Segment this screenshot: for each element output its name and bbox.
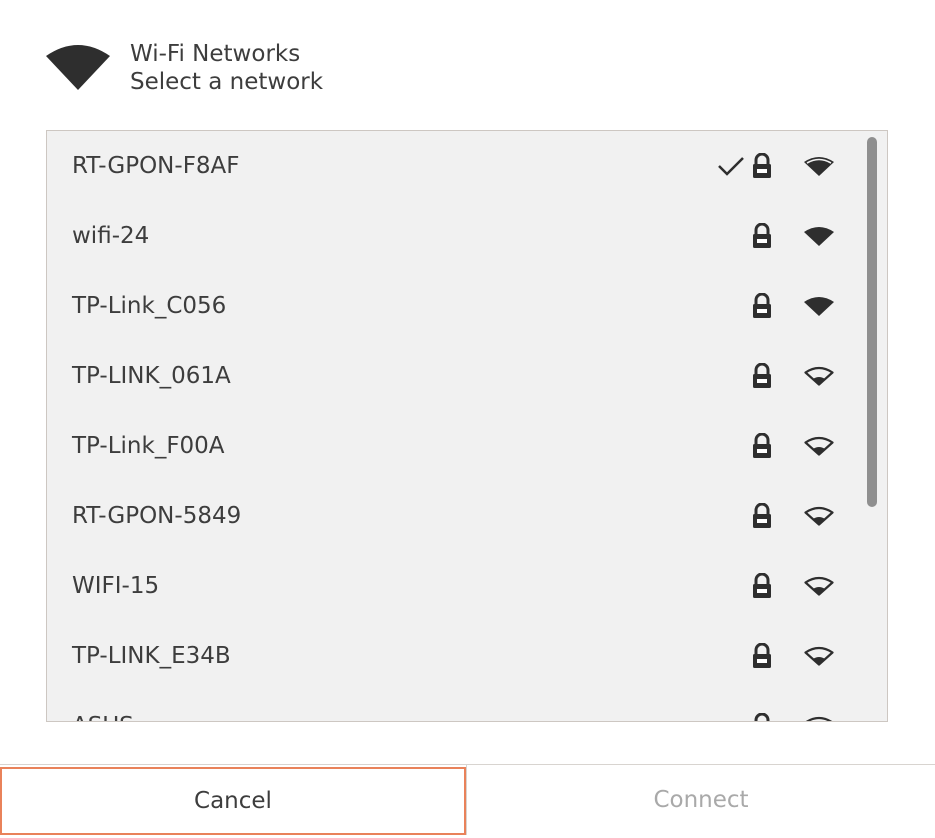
network-row[interactable]: RT-GPON-F8AF xyxy=(47,131,863,201)
lock-icon xyxy=(753,643,771,668)
wifi-signal-icon xyxy=(804,436,834,456)
lock-icon xyxy=(753,573,771,598)
wifi-signal-icon xyxy=(46,45,110,90)
network-ssid: TP-Link_F00A xyxy=(72,433,225,459)
wifi-signal-icon xyxy=(804,157,834,176)
network-row[interactable]: TP-Link_C056 xyxy=(47,271,863,341)
network-row[interactable]: WIFI-15 xyxy=(47,551,863,621)
wifi-signal-icon xyxy=(804,506,834,526)
wifi-signal-icon xyxy=(804,227,834,246)
wifi-signal-icon xyxy=(804,366,834,386)
scrollbar[interactable] xyxy=(867,137,877,507)
lock-icon xyxy=(753,153,771,178)
network-ssid: ASUS xyxy=(72,712,134,721)
dialog-header: Wi-Fi Networks Select a network xyxy=(0,0,935,130)
wifi-networks-dialog: Wi-Fi Networks Select a network RT-GPON-… xyxy=(0,0,935,838)
network-ssid: wifi-24 xyxy=(72,223,150,249)
lock-icon xyxy=(754,713,770,721)
network-row[interactable]: ASUS xyxy=(47,691,863,721)
connect-button[interactable]: Connect xyxy=(466,765,935,835)
dialog-title: Wi-Fi Networks xyxy=(130,41,301,67)
cancel-button[interactable]: Cancel xyxy=(0,767,466,835)
dialog-subtitle: Select a network xyxy=(130,69,324,95)
network-row[interactable]: TP-Link_F00A xyxy=(47,411,863,481)
network-row[interactable]: wifi-24 xyxy=(47,201,863,271)
network-ssid: TP-LINK_E34B xyxy=(72,643,231,669)
button-bar: Cancel Connect xyxy=(0,764,935,838)
wifi-signal-icon xyxy=(804,297,834,316)
lock-icon xyxy=(753,363,771,388)
network-ssid: TP-Link_C056 xyxy=(72,293,227,319)
lock-icon xyxy=(753,223,771,248)
wifi-signal-icon xyxy=(805,716,833,721)
network-ssid: TP-LINK_061A xyxy=(72,363,231,389)
network-row[interactable]: TP-LINK_061A xyxy=(47,341,863,411)
wifi-signal-icon xyxy=(804,646,834,666)
dialog-header-text: Wi-Fi Networks Select a network xyxy=(130,40,323,96)
network-ssid: WIFI-15 xyxy=(72,573,160,599)
network-ssid: RT-GPON-5849 xyxy=(72,503,242,529)
network-list[interactable]: RT-GPON-F8AF wifi-24 TP-Link_C056 TP-LINK_0… xyxy=(46,130,888,722)
lock-icon xyxy=(753,503,771,528)
lock-icon xyxy=(753,433,771,458)
lock-icon xyxy=(753,293,771,318)
network-row[interactable]: TP-LINK_E34B xyxy=(47,621,863,691)
wifi-signal-icon xyxy=(804,576,834,596)
network-ssid: RT-GPON-F8AF xyxy=(72,153,240,179)
network-row[interactable]: RT-GPON-5849 xyxy=(47,481,863,551)
checkmark-icon xyxy=(718,157,744,176)
